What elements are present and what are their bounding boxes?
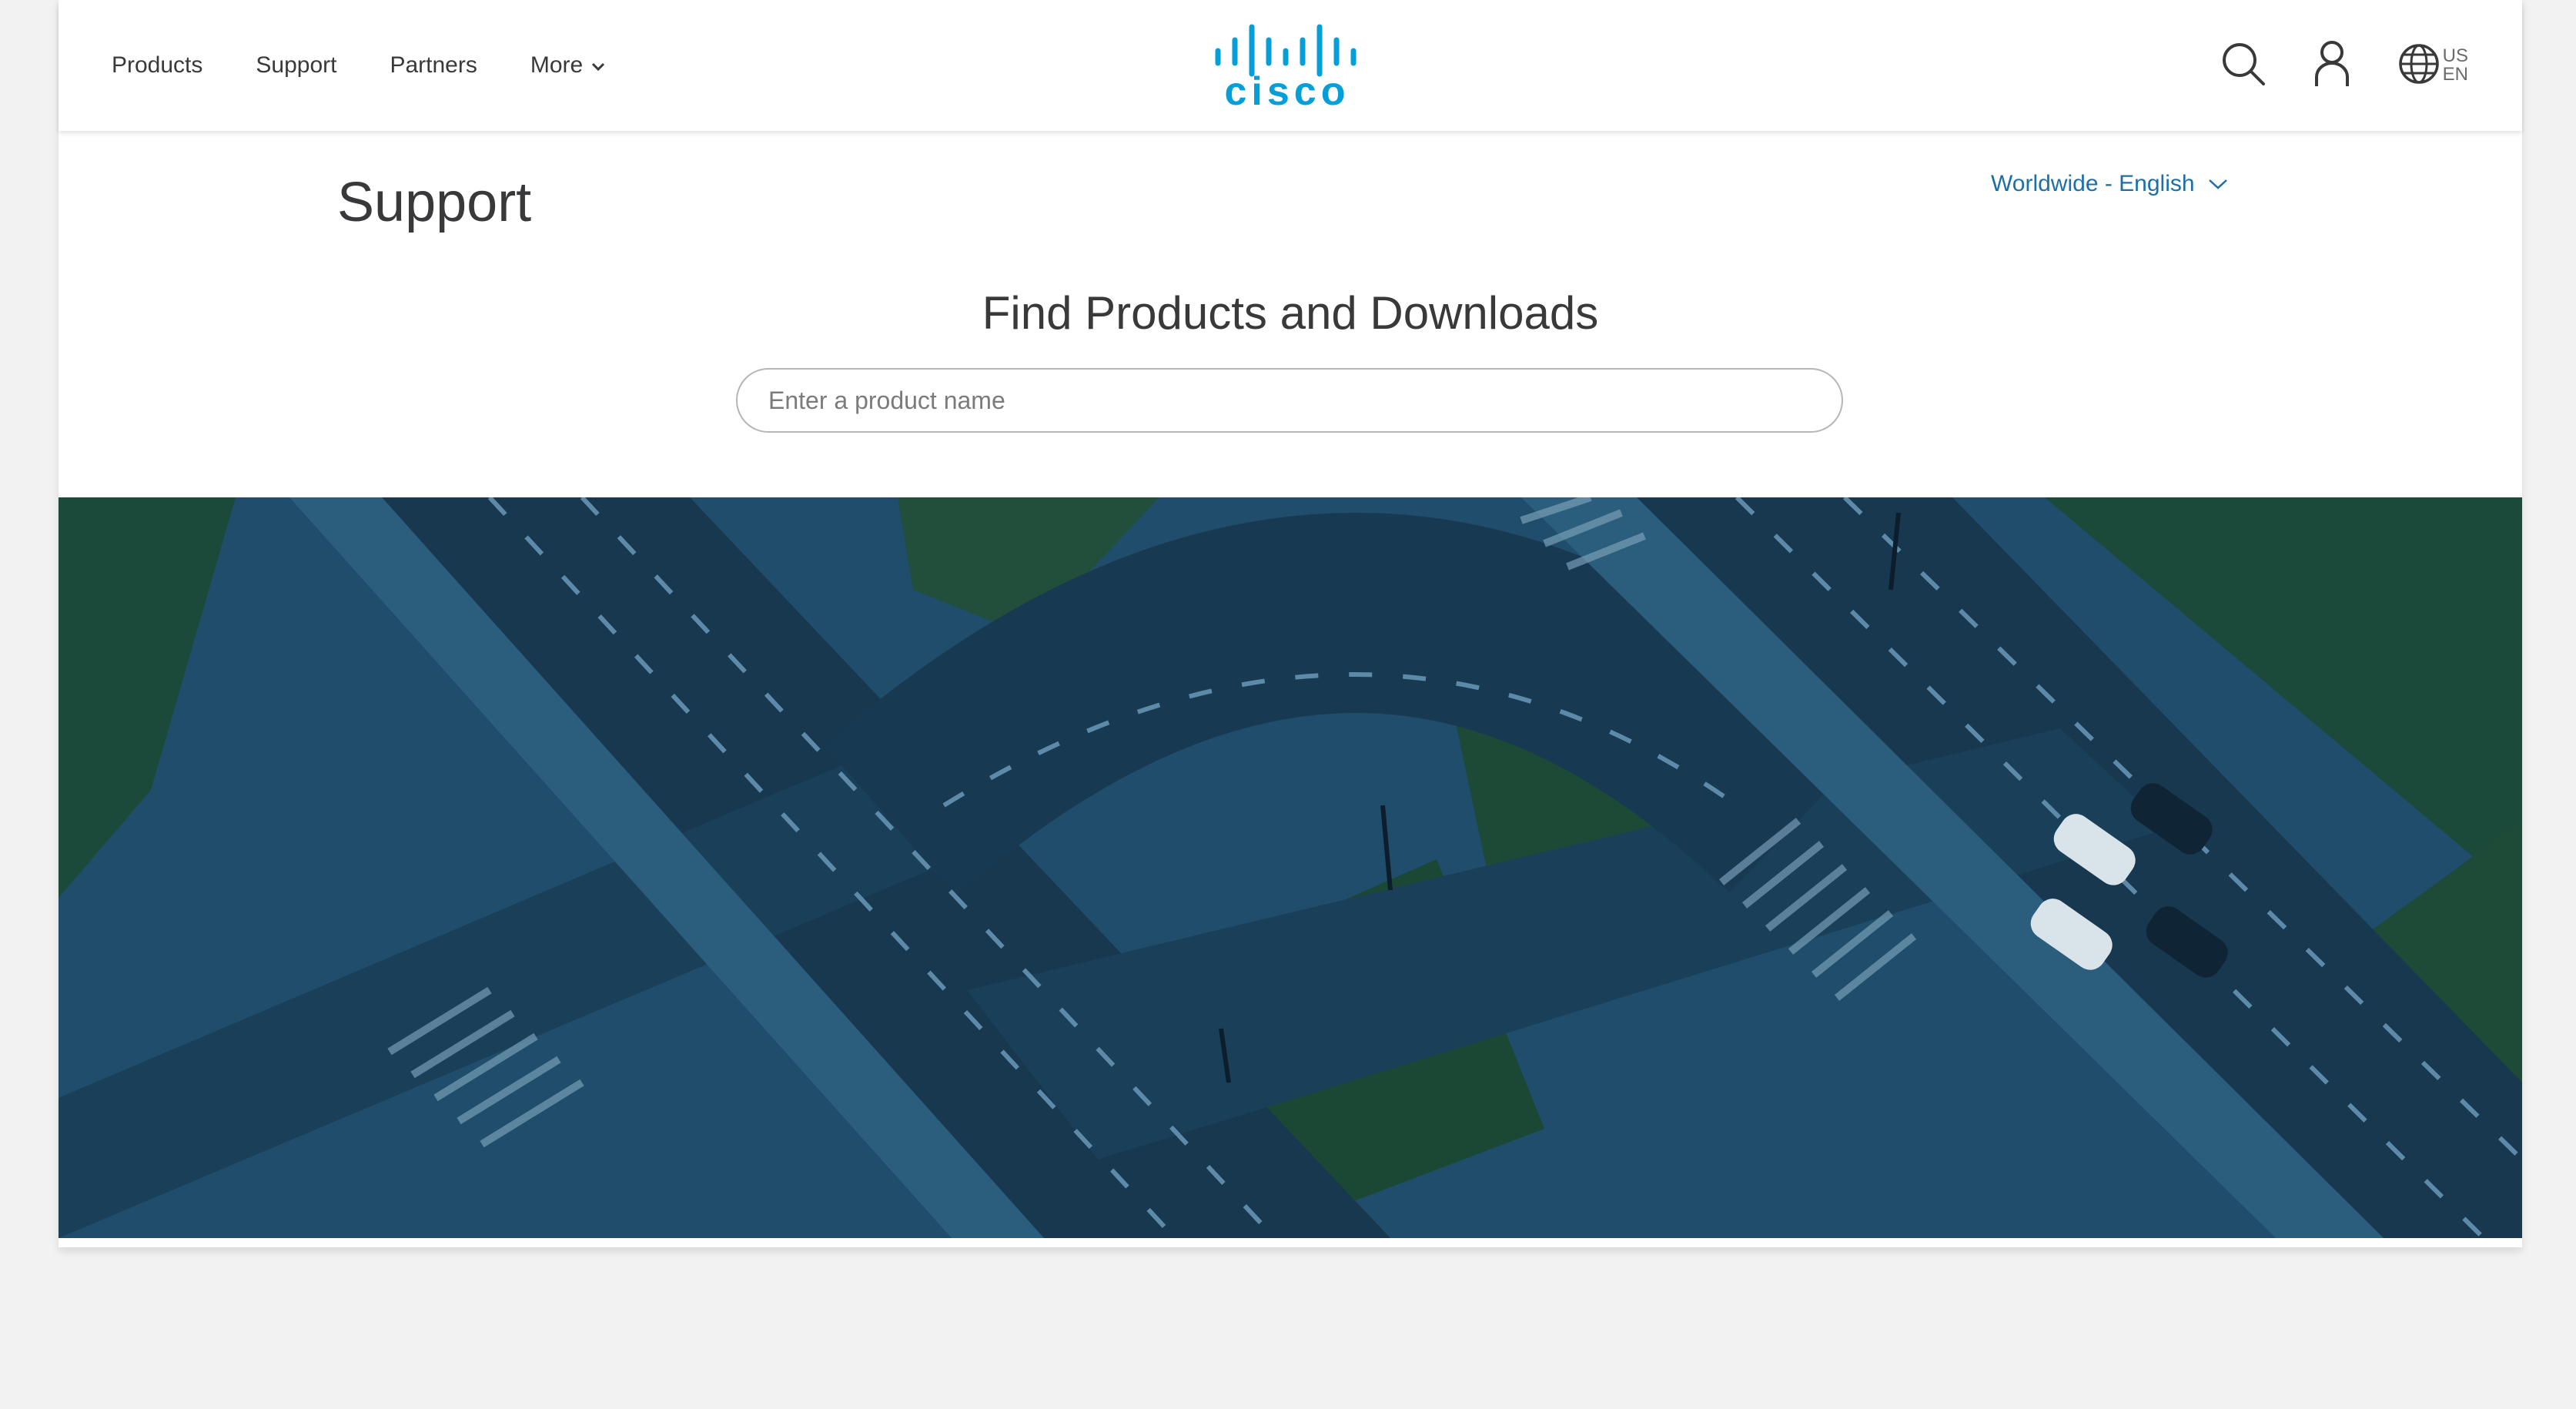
language-selector[interactable]: Worldwide - English bbox=[1991, 171, 2229, 197]
locale-country: US bbox=[2442, 45, 2468, 66]
chevron-down-icon bbox=[2207, 171, 2229, 197]
nav-item-partners[interactable]: Partners bbox=[390, 52, 477, 79]
nav-item-label: Partners bbox=[390, 52, 477, 78]
chevron-down-icon bbox=[590, 52, 606, 79]
nav-item-products[interactable]: Products bbox=[112, 52, 202, 79]
find-products-heading: Find Products and Downloads bbox=[982, 287, 1599, 339]
search-icon bbox=[2221, 42, 2266, 90]
locale-code: US EN bbox=[2443, 47, 2468, 84]
aerial-intersection-illustration bbox=[59, 497, 2522, 1238]
top-navigation-bar: Products Support Partners More cisco US … bbox=[59, 0, 2522, 131]
header-utility-icons: US EN bbox=[2173, 0, 2468, 131]
nav-item-label: More bbox=[530, 52, 584, 78]
hero-banner-image bbox=[59, 497, 2522, 1238]
locale-language: EN bbox=[2442, 64, 2468, 85]
language-selector-label: Worldwide - English bbox=[1991, 171, 2195, 196]
nav-item-label: Support bbox=[256, 52, 337, 78]
nav-item-support[interactable]: Support bbox=[256, 52, 336, 79]
cisco-logo[interactable]: cisco bbox=[1213, 23, 1367, 114]
cisco-logo-bridge-icon: cisco bbox=[1215, 24, 1357, 114]
primary-nav: Products Support Partners More bbox=[112, 0, 659, 131]
nav-item-label: Products bbox=[112, 52, 203, 78]
logo-wordmark: cisco bbox=[1225, 69, 1350, 108]
page-title: Support bbox=[337, 172, 532, 233]
product-search-input[interactable] bbox=[736, 368, 1843, 433]
user-icon bbox=[2313, 40, 2350, 92]
nav-item-more[interactable]: More bbox=[530, 52, 606, 79]
account-button[interactable] bbox=[2313, 40, 2350, 92]
search-button[interactable] bbox=[2221, 42, 2266, 90]
locale-button[interactable]: US EN bbox=[2398, 43, 2468, 89]
page-frame: Products Support Partners More cisco US … bbox=[59, 0, 2522, 1247]
globe-icon bbox=[2398, 43, 2440, 89]
